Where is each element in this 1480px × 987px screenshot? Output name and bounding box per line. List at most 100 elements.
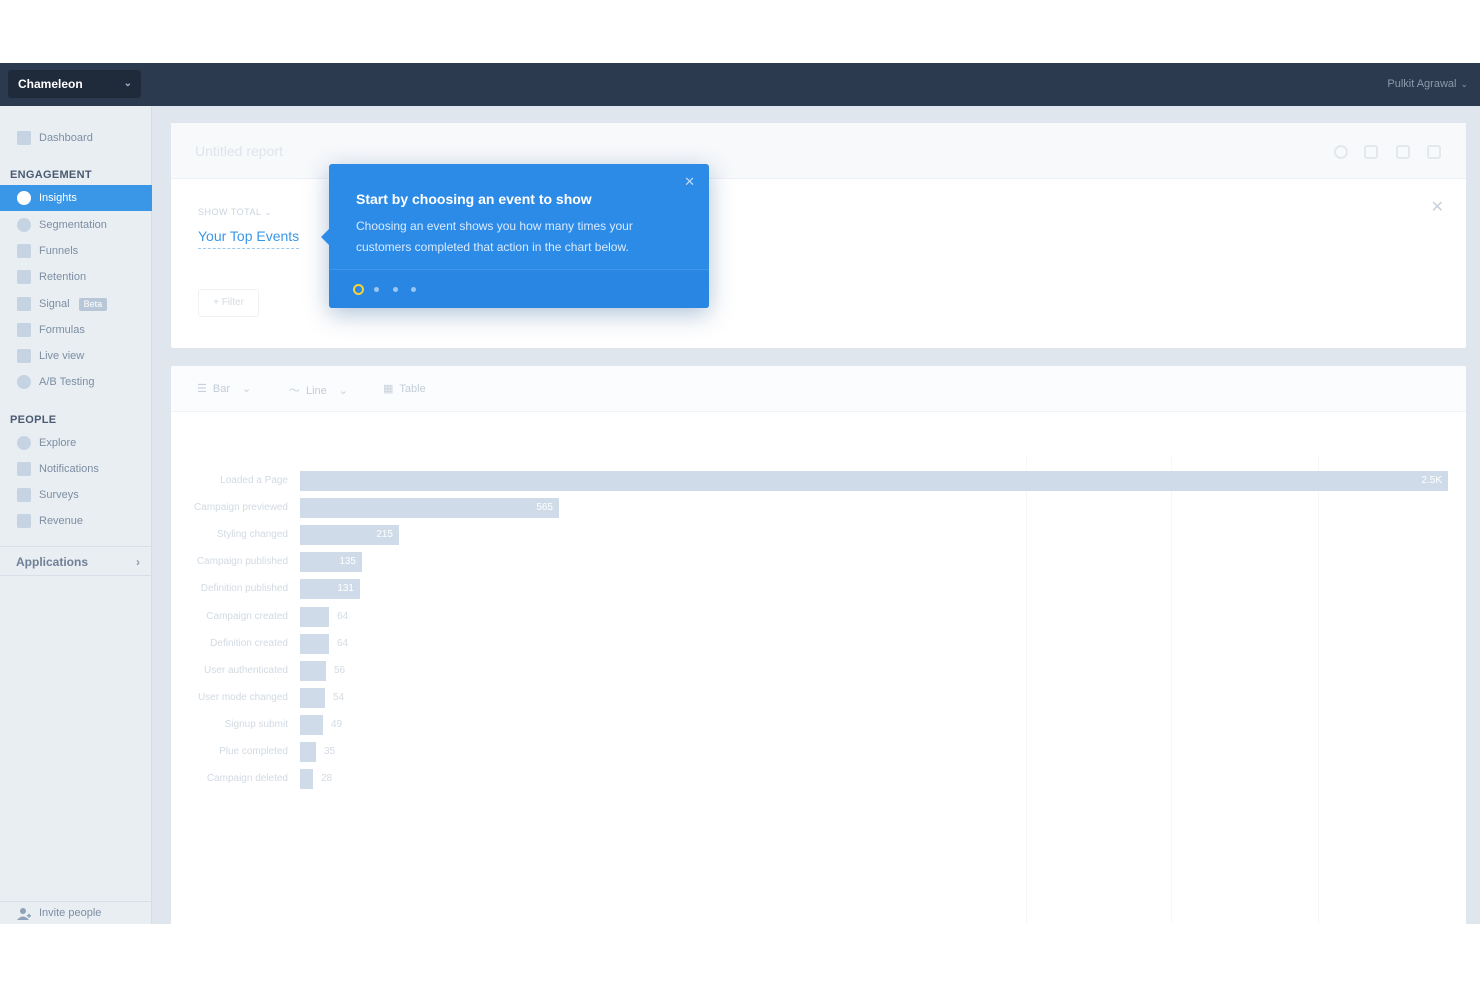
funnel-icon bbox=[17, 244, 31, 258]
step-dot-1[interactable] bbox=[353, 284, 364, 295]
revenue-icon bbox=[17, 514, 31, 528]
chart-type-table[interactable]: ▦ Table bbox=[383, 382, 426, 395]
sidebar-item-label: Insights bbox=[39, 192, 77, 204]
bar-value-label: 131 bbox=[337, 583, 354, 595]
bar-row: Campaign created 64 bbox=[171, 606, 1466, 627]
bar-row: Styling changed 215 bbox=[171, 525, 1466, 546]
sidebar-item-revenue[interactable]: Revenue bbox=[0, 508, 152, 534]
bar-label: Plue completed bbox=[219, 746, 288, 757]
chart-type-label: Table bbox=[399, 383, 426, 395]
sidebar-item-label: Retention bbox=[39, 271, 87, 283]
sidebar-item-signal[interactable]: Signal Beta bbox=[0, 291, 152, 317]
bar-label: Definition published bbox=[200, 583, 288, 595]
sidebar-item-surveys[interactable]: Surveys bbox=[0, 482, 152, 508]
sidebar-item-notifications[interactable]: Notifications bbox=[0, 456, 152, 482]
ab-testing-icon bbox=[17, 375, 31, 389]
top-bar: Chameleon ⌄ Pulkit Agrawal ⌄ bbox=[0, 63, 1480, 106]
refresh-icon[interactable] bbox=[1334, 145, 1348, 159]
bar[interactable] bbox=[300, 769, 313, 790]
chevron-down-icon: ⌄ bbox=[123, 78, 132, 89]
bar[interactable] bbox=[300, 633, 329, 654]
step-dot-2[interactable] bbox=[374, 287, 379, 292]
invite-people-button[interactable]: Invite people bbox=[0, 901, 152, 924]
bar-label: User mode changed bbox=[197, 691, 288, 703]
chevron-down-icon: ⌄ bbox=[1460, 79, 1468, 89]
bar[interactable] bbox=[300, 687, 325, 708]
line-chart-icon: 〜 bbox=[289, 385, 300, 397]
sidebar-item-label: A/B Testing bbox=[39, 376, 95, 388]
user-menu[interactable]: Pulkit Agrawal ⌄ bbox=[1387, 63, 1468, 106]
sidebar-item-dashboard[interactable]: Dashboard bbox=[0, 125, 152, 151]
signal-icon bbox=[17, 297, 31, 311]
export-icon[interactable] bbox=[1427, 145, 1441, 159]
bar[interactable] bbox=[300, 742, 316, 762]
bar-row: User mode changed 54 bbox=[171, 687, 1466, 708]
bar-label: Campaign previewed bbox=[194, 502, 288, 514]
tooltip-title: Start by choosing an event to show bbox=[356, 191, 592, 207]
sidebar-item-label: Revenue bbox=[39, 515, 84, 527]
project-name: Chameleon bbox=[18, 77, 83, 91]
step-dot-4[interactable] bbox=[411, 287, 416, 292]
chevron-right-icon: › bbox=[136, 555, 140, 569]
applications-menu[interactable]: Applications › bbox=[0, 546, 152, 576]
bar-value-label: 64 bbox=[337, 610, 349, 622]
tooltip-arrow bbox=[321, 229, 329, 245]
engagement-heading: ENGAGEMENT bbox=[10, 169, 92, 181]
bar-label: Campaign published bbox=[196, 556, 288, 568]
chart-type-label: Line bbox=[306, 385, 327, 397]
close-icon[interactable]: ✕ bbox=[1431, 197, 1444, 217]
bar[interactable] bbox=[300, 660, 326, 681]
onboarding-tooltip: Start by choosing an event to show Choos… bbox=[321, 164, 709, 308]
bar-row: Definition published 131 bbox=[171, 579, 1466, 600]
bar[interactable]: 135 bbox=[300, 552, 362, 573]
bar[interactable]: 131 bbox=[300, 579, 360, 600]
bar-chart-icon: ☰ bbox=[197, 383, 207, 395]
report-title[interactable]: Untitled report bbox=[195, 143, 283, 159]
add-filter-button[interactable]: + Filter bbox=[198, 289, 259, 317]
chart-type-bar[interactable]: ☰ Bar ⌄ bbox=[197, 382, 257, 395]
folder-icon[interactable] bbox=[1396, 145, 1410, 159]
chart-type-line[interactable]: 〜 Line ⌄ bbox=[289, 382, 354, 398]
bar-value-label: 135 bbox=[339, 556, 356, 568]
bar[interactable]: 215 bbox=[300, 525, 399, 546]
close-icon[interactable]: ✕ bbox=[684, 174, 695, 190]
sidebar-item-label: Formulas bbox=[39, 324, 85, 336]
chart-panel: ☰ Bar ⌄ 〜 Line ⌄ ▦ Table Loaded a Page 2.5K Cam… bbox=[171, 366, 1466, 924]
sidebar-item-retention[interactable]: Retention bbox=[0, 264, 152, 290]
bar-label: Styling changed bbox=[216, 529, 288, 541]
project-selector[interactable]: Chameleon ⌄ bbox=[8, 70, 141, 98]
bar-row: Loaded a Page 2.5K bbox=[171, 471, 1466, 491]
insights-icon bbox=[17, 191, 31, 205]
live-view-icon bbox=[17, 349, 31, 363]
sidebar-item-funnels[interactable]: Funnels bbox=[0, 238, 152, 264]
bar-row: Definition created 64 bbox=[171, 633, 1466, 654]
bar[interactable]: 565 bbox=[300, 498, 559, 519]
applications-label: Applications bbox=[16, 555, 89, 569]
bar-row: User authenticated 56 bbox=[171, 660, 1466, 681]
bar-row: Campaign published 135 bbox=[171, 552, 1466, 573]
sidebar-item-insights[interactable]: Insights bbox=[0, 185, 152, 211]
bar-row: Campaign previewed 565 bbox=[171, 498, 1466, 519]
show-total-dropdown[interactable]: SHOW TOTAL ⌄ bbox=[198, 207, 272, 218]
sidebar-item-label: Explore bbox=[39, 437, 77, 449]
bar-row: Signup submit 49 bbox=[171, 714, 1466, 735]
sidebar-item-explore[interactable]: Explore bbox=[0, 430, 152, 456]
tooltip-body: Choosing an event shows you how many tim… bbox=[356, 219, 633, 254]
bar[interactable] bbox=[300, 606, 329, 627]
bar-value-label: 28 bbox=[321, 773, 333, 785]
bar-value-label: 54 bbox=[333, 691, 345, 703]
bar-row: Campaign deleted 28 bbox=[171, 769, 1466, 790]
save-icon[interactable] bbox=[1364, 145, 1378, 159]
sidebar-item-segmentation[interactable]: Segmentation bbox=[0, 212, 152, 238]
tooltip-footer bbox=[329, 269, 709, 308]
app-window: Chameleon ⌄ Pulkit Agrawal ⌄ Dashboard EN… bbox=[0, 63, 1480, 924]
sidebar-item-ab-testing[interactable]: A/B Testing bbox=[0, 369, 152, 395]
bar[interactable] bbox=[300, 714, 323, 735]
bar-value-label: 215 bbox=[376, 529, 393, 541]
sidebar-item-formulas[interactable]: Formulas bbox=[0, 317, 152, 343]
event-selector[interactable]: Your Top Events bbox=[198, 228, 300, 249]
chart-type-label: Bar bbox=[212, 383, 230, 395]
step-dot-3[interactable] bbox=[393, 287, 398, 292]
bar[interactable]: 2.5K bbox=[300, 471, 1448, 491]
sidebar-item-live-view[interactable]: Live view bbox=[0, 343, 152, 369]
